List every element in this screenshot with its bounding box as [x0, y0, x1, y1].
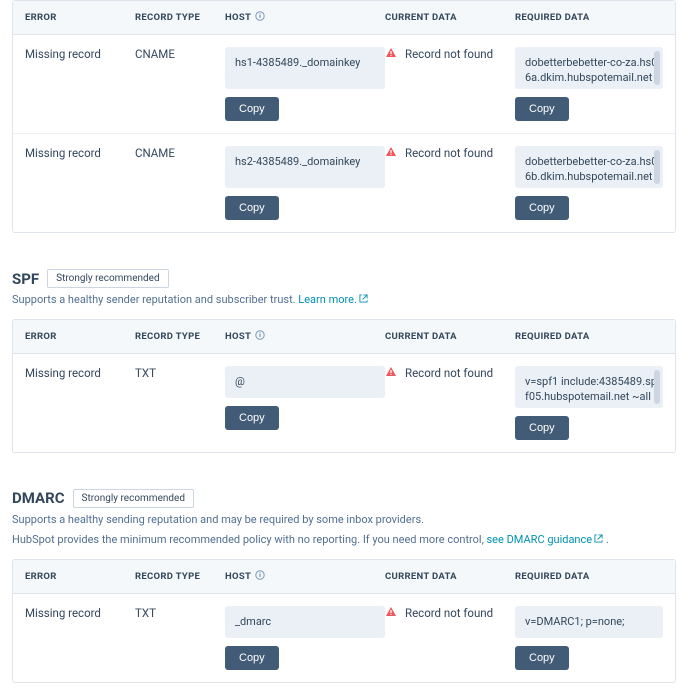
required-text: dobetterbebetter-co-za.hs06b.dkim.hubspo…: [525, 155, 657, 183]
host-codebox[interactable]: hs1-4385489._domainkey: [225, 47, 385, 89]
table-header-row: ERROR RECORD TYPE HOST CURRENT DATA REQU…: [13, 320, 675, 354]
info-icon[interactable]: [255, 330, 265, 343]
col-header-host: HOST: [225, 330, 385, 343]
dkim-table: ERROR RECORD TYPE HOST CURRENT DATA REQU…: [12, 0, 676, 233]
required-codebox[interactable]: v=spf1 include:4385489.spf05.hubspotemai…: [515, 366, 663, 408]
cell-host: @ Copy: [225, 366, 385, 430]
external-link-icon: [359, 292, 368, 309]
table-row: Missing record TXT @ Copy Record not fou…: [13, 354, 675, 452]
scrollbar[interactable]: [654, 370, 660, 404]
col-header-host: HOST: [225, 11, 385, 24]
col-header-current: CURRENT DATA: [385, 330, 515, 343]
host-codebox[interactable]: hs2-4385489._domainkey: [225, 146, 385, 188]
current-text: Record not found: [405, 366, 493, 380]
info-icon[interactable]: [255, 570, 265, 583]
col-header-recordtype: RECORD TYPE: [135, 570, 225, 583]
table-row: Missing record CNAME hs1-4385489._domain…: [13, 35, 675, 134]
recommendation-badge: Strongly recommended: [73, 489, 194, 508]
host-codebox[interactable]: @: [225, 366, 385, 398]
table-header-row: ERROR RECORD TYPE HOST CURRENT DATA REQU…: [13, 1, 675, 35]
cell-recordtype: TXT: [135, 606, 225, 620]
cell-current: Record not found: [385, 47, 515, 62]
cell-host: hs1-4385489._domainkey Copy: [225, 47, 385, 121]
section-title: DMARC: [12, 489, 65, 507]
dmarc-section: DMARC Strongly recommended Supports a he…: [0, 477, 688, 559]
cell-recordtype: CNAME: [135, 146, 225, 160]
col-header-error: ERROR: [25, 11, 135, 24]
scrollbar[interactable]: [654, 51, 660, 85]
dmarc-guidance-link[interactable]: see DMARC guidance: [487, 533, 604, 546]
warning-icon: [385, 47, 397, 62]
cell-required: v=spf1 include:4385489.spf05.hubspotemai…: [515, 366, 663, 440]
cell-error: Missing record: [25, 366, 135, 380]
cell-error: Missing record: [25, 146, 135, 160]
spf-section: SPF Strongly recommended Supports a heal…: [0, 257, 688, 319]
copy-button[interactable]: Copy: [515, 416, 569, 440]
desc-text: HubSpot provides the minimum recommended…: [12, 533, 487, 546]
table-row: Missing record CNAME hs2-4385489._domain…: [13, 134, 675, 232]
section-header: SPF Strongly recommended: [12, 269, 676, 288]
scrollbar[interactable]: [654, 150, 660, 184]
col-header-required: REQUIRED DATA: [515, 330, 663, 343]
section-title: SPF: [12, 270, 39, 288]
col-header-required: REQUIRED DATA: [515, 570, 663, 583]
col-header-error: ERROR: [25, 330, 135, 343]
copy-button[interactable]: Copy: [515, 97, 569, 121]
col-header-error: ERROR: [25, 570, 135, 583]
cell-required: v=DMARC1; p=none; Copy: [515, 606, 663, 670]
cell-host: _dmarc Copy: [225, 606, 385, 670]
section-header: DMARC Strongly recommended: [12, 489, 676, 508]
external-link-icon: [594, 532, 603, 549]
section-description-2: HubSpot provides the minimum recommended…: [12, 532, 676, 549]
copy-button[interactable]: Copy: [515, 196, 569, 220]
current-text: Record not found: [405, 606, 493, 620]
copy-button[interactable]: Copy: [515, 646, 569, 670]
spf-table: ERROR RECORD TYPE HOST CURRENT DATA REQU…: [12, 319, 676, 453]
copy-button[interactable]: Copy: [225, 97, 279, 121]
cell-current: Record not found: [385, 146, 515, 161]
dmarc-table: ERROR RECORD TYPE HOST CURRENT DATA REQU…: [12, 559, 676, 683]
col-header-current: CURRENT DATA: [385, 11, 515, 24]
required-codebox[interactable]: v=DMARC1; p=none;: [515, 606, 663, 638]
table-header-row: ERROR RECORD TYPE HOST CURRENT DATA REQU…: [13, 560, 675, 594]
cell-required: dobetterbebetter-co-za.hs06b.dkim.hubspo…: [515, 146, 663, 220]
col-header-current: CURRENT DATA: [385, 570, 515, 583]
cell-recordtype: TXT: [135, 366, 225, 380]
section-description: Supports a healthy sender reputation and…: [12, 292, 676, 309]
cell-current: Record not found: [385, 366, 515, 381]
col-header-host-label: HOST: [225, 571, 251, 582]
copy-button[interactable]: Copy: [225, 406, 279, 430]
table-row: Missing record TXT _dmarc Copy Record no…: [13, 594, 675, 682]
cell-error: Missing record: [25, 606, 135, 620]
recommendation-badge: Strongly recommended: [47, 269, 168, 288]
cell-host: hs2-4385489._domainkey Copy: [225, 146, 385, 220]
cell-recordtype: CNAME: [135, 47, 225, 61]
copy-button[interactable]: Copy: [225, 196, 279, 220]
required-text: v=spf1 include:4385489.spf05.hubspotemai…: [525, 375, 657, 403]
desc-text-tail: .: [606, 533, 609, 546]
cell-required: dobetterbebetter-co-za.hs06a.dkim.hubspo…: [515, 47, 663, 121]
col-header-host: HOST: [225, 570, 385, 583]
current-text: Record not found: [405, 47, 493, 61]
host-codebox[interactable]: _dmarc: [225, 606, 385, 638]
cell-error: Missing record: [25, 47, 135, 61]
learn-more-link[interactable]: Learn more.: [298, 293, 368, 306]
required-codebox[interactable]: dobetterbebetter-co-za.hs06a.dkim.hubspo…: [515, 47, 663, 89]
col-header-recordtype: RECORD TYPE: [135, 330, 225, 343]
col-header-host-label: HOST: [225, 12, 251, 23]
col-header-host-label: HOST: [225, 331, 251, 342]
required-codebox[interactable]: dobetterbebetter-co-za.hs06b.dkim.hubspo…: [515, 146, 663, 188]
warning-icon: [385, 366, 397, 381]
col-header-required: REQUIRED DATA: [515, 11, 663, 24]
warning-icon: [385, 146, 397, 161]
required-text: dobetterbebetter-co-za.hs06a.dkim.hubspo…: [525, 56, 657, 84]
info-icon[interactable]: [255, 11, 265, 24]
section-description: Supports a healthy sending reputation an…: [12, 512, 676, 529]
desc-text: Supports a healthy sender reputation and…: [12, 293, 298, 306]
copy-button[interactable]: Copy: [225, 646, 279, 670]
current-text: Record not found: [405, 146, 493, 160]
col-header-recordtype: RECORD TYPE: [135, 11, 225, 24]
